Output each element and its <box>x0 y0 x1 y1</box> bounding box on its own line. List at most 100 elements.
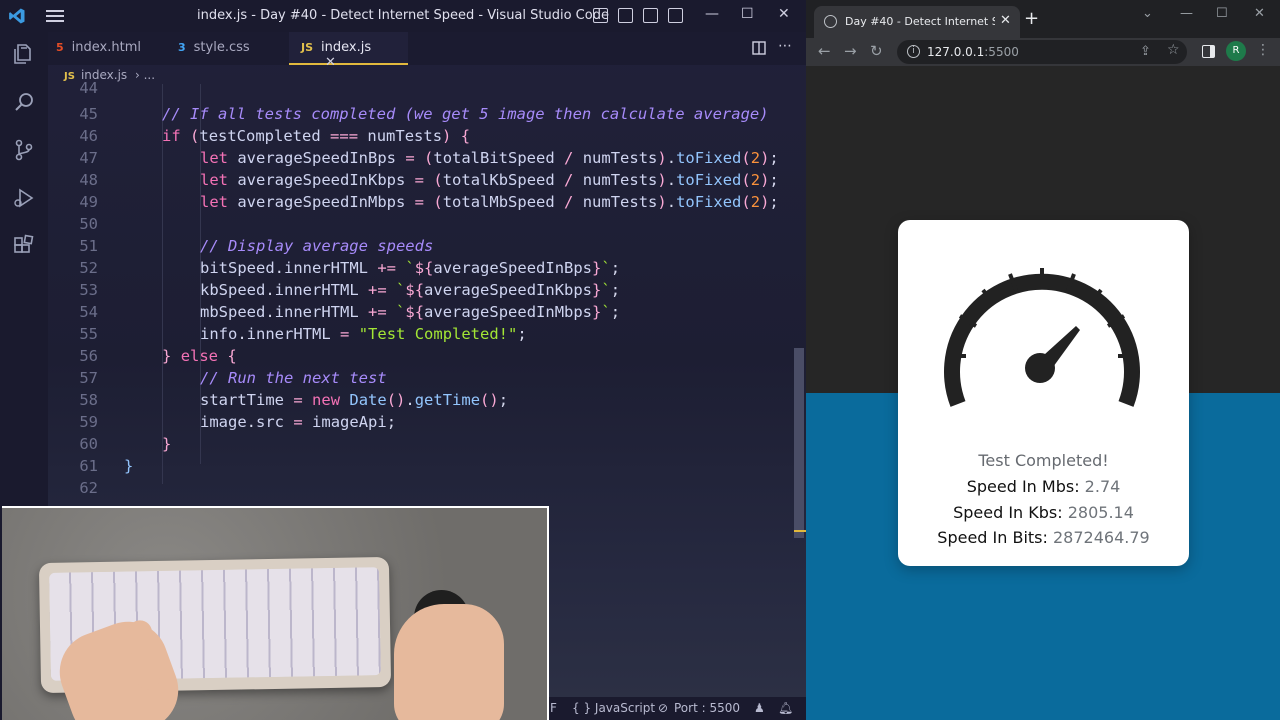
code-line: 52 bitSpeed.innerHTML += `${averageSpeedI… <box>48 259 798 281</box>
code-line: 60} <box>48 435 798 457</box>
explorer-icon[interactable] <box>12 42 36 66</box>
line-number: 53 <box>79 281 98 299</box>
toggle-panel-icon[interactable] <box>618 8 633 23</box>
speed-mbs-value: 2.74 <box>1084 477 1121 496</box>
browser-window: Day #40 - Detect Internet Speed ✕ + ⌄ — … <box>806 0 1280 720</box>
test-status: Test Completed! <box>978 451 1109 470</box>
url-text: 127.0.0.1:5500 <box>927 45 1019 59</box>
new-tab-button[interactable]: + <box>1024 8 1039 29</box>
forward-icon[interactable]: → <box>844 42 857 60</box>
minimize-icon[interactable]: — <box>705 6 719 22</box>
tab-label: index.html <box>71 40 141 55</box>
extensions-icon[interactable] <box>12 234 36 258</box>
editor-scrollbar[interactable] <box>794 348 804 538</box>
status-item[interactable]: F <box>550 701 557 715</box>
speed-mbs-label: Speed In Mbs: <box>966 477 1080 496</box>
editor-tabs: 5 index.html 3 style.css JS index.js ✕ ⋯ <box>48 32 806 70</box>
status-bar: F { } JavaScript ⊘ Port : 5500 ♟ 🔔︎ <box>548 697 806 720</box>
language-mode[interactable]: { } JavaScript <box>572 701 655 715</box>
share-icon[interactable]: ⇪ <box>1140 44 1151 59</box>
browser-tab-bar: Day #40 - Detect Internet Speed ✕ + ⌄ — … <box>806 0 1280 38</box>
close-tab-icon[interactable]: ✕ <box>325 55 336 70</box>
window-title: index.js - Day #40 - Detect Internet Spe… <box>197 8 609 23</box>
code-line: 49 let averageSpeedInMbps = (totalMbSpeed… <box>48 193 798 215</box>
screen: index.js - Day #40 - Detect Internet Spe… <box>0 0 1280 720</box>
code-line: 48 let averageSpeedInKbps = (totalKbSpeed… <box>48 171 798 193</box>
speed-mbs-row: Speed In Mbs: 2.74 <box>898 477 1189 496</box>
profile-avatar[interactable]: R <box>1226 41 1246 61</box>
code-line: 45// If all tests completed (we get 5 im… <box>48 105 798 127</box>
code-line: 56} else { <box>48 347 798 369</box>
account-icon[interactable]: ♟ <box>754 701 765 715</box>
speed-test-card: Test Completed! Speed In Mbs: 2.74 Speed… <box>898 220 1189 566</box>
line-number: 48 <box>79 171 98 189</box>
more-actions-icon[interactable]: ⋯ <box>778 38 792 54</box>
speed-bits-label: Speed In Bits: <box>937 528 1048 547</box>
code-line: 61} <box>48 457 798 479</box>
side-panel-icon[interactable] <box>1202 45 1215 58</box>
code-line: 58 startTime = new Date().getTime(); <box>48 391 798 413</box>
source-control-icon[interactable] <box>12 138 36 162</box>
speedometer-icon <box>944 268 1140 407</box>
code-line: 62 <box>48 479 798 501</box>
code-line: 51// Display average speeds <box>48 237 798 259</box>
vscode-titlebar: index.js - Day #40 - Detect Internet Spe… <box>0 0 806 32</box>
tab-style-css[interactable]: 3 style.css <box>178 32 286 65</box>
tab-search-icon[interactable]: ⌄ <box>1142 6 1153 21</box>
split-editor-icon[interactable] <box>752 41 766 55</box>
maximize-icon[interactable]: ☐ <box>741 6 754 22</box>
toggle-secondary-sidebar-icon[interactable] <box>643 8 658 23</box>
line-number: 61 <box>79 457 98 475</box>
scroll-marker <box>794 530 806 532</box>
search-icon[interactable] <box>12 90 36 114</box>
code-line: 46 if (testCompleted === numTests) { <box>48 127 798 149</box>
js-file-icon: JS <box>301 41 314 54</box>
customize-layout-icon[interactable] <box>668 8 683 23</box>
code-line: 57// Run the next test <box>48 369 798 391</box>
line-number: 57 <box>79 369 98 387</box>
browser-tab[interactable]: Day #40 - Detect Internet Speed ✕ <box>814 6 1020 38</box>
right-hand-image <box>394 604 504 720</box>
minimize-icon[interactable]: — <box>1180 6 1193 21</box>
live-server-port[interactable]: Port : 5500 <box>674 701 740 715</box>
run-debug-icon[interactable] <box>12 186 36 210</box>
bookmark-star-icon[interactable]: ☆ <box>1167 42 1180 58</box>
live-server-icon[interactable]: ⊘ <box>658 701 668 715</box>
line-number: 52 <box>79 259 98 277</box>
line-number: 47 <box>79 149 98 167</box>
line-number: 50 <box>79 215 98 233</box>
line-number: 56 <box>79 347 98 365</box>
reload-icon[interactable]: ↻ <box>870 42 883 60</box>
line-number: 54 <box>79 303 98 321</box>
speed-kbs-value: 2805.14 <box>1067 503 1134 522</box>
back-icon[interactable]: ← <box>818 42 831 60</box>
line-number: 44 <box>79 79 98 97</box>
webcam-overlay <box>2 506 549 720</box>
speed-kbs-row: Speed In Kbs: 2805.14 <box>898 503 1189 522</box>
layout-controls <box>593 8 683 23</box>
browser-menu-icon[interactable]: ⋮ <box>1256 42 1270 58</box>
speed-bits-value: 2872464.79 <box>1053 528 1150 547</box>
line-number: 58 <box>79 391 98 409</box>
web-page: Test Completed! Speed In Mbs: 2.74 Speed… <box>806 66 1280 720</box>
toggle-sidebar-icon[interactable] <box>593 8 608 23</box>
close-icon[interactable]: ✕ <box>1254 6 1265 21</box>
tab-index-html[interactable]: 5 index.html <box>56 32 176 65</box>
tab-label: style.css <box>193 40 250 55</box>
notifications-icon[interactable]: 🔔︎ <box>778 701 793 715</box>
code-line: 50 <box>48 215 798 237</box>
line-number: 60 <box>79 435 98 453</box>
code-line: 59 image.src = imageApi; <box>48 413 798 435</box>
site-info-icon[interactable]: i <box>907 45 920 58</box>
maximize-icon[interactable]: ☐ <box>1216 6 1228 21</box>
line-number: 49 <box>79 193 98 211</box>
css-file-icon: 3 <box>178 41 186 54</box>
speed-bits-row: Speed In Bits: 2872464.79 <box>898 528 1189 547</box>
line-number: 46 <box>79 127 98 145</box>
line-number: 45 <box>79 105 98 123</box>
url-port: :5500 <box>984 45 1019 59</box>
tab-index-js[interactable]: JS index.js ✕ <box>289 32 408 70</box>
code-line: 47 let averageSpeedInBps = (totalBitSpeed… <box>48 149 798 171</box>
close-icon[interactable]: ✕ <box>778 6 790 22</box>
close-tab-icon[interactable]: ✕ <box>1000 13 1011 28</box>
